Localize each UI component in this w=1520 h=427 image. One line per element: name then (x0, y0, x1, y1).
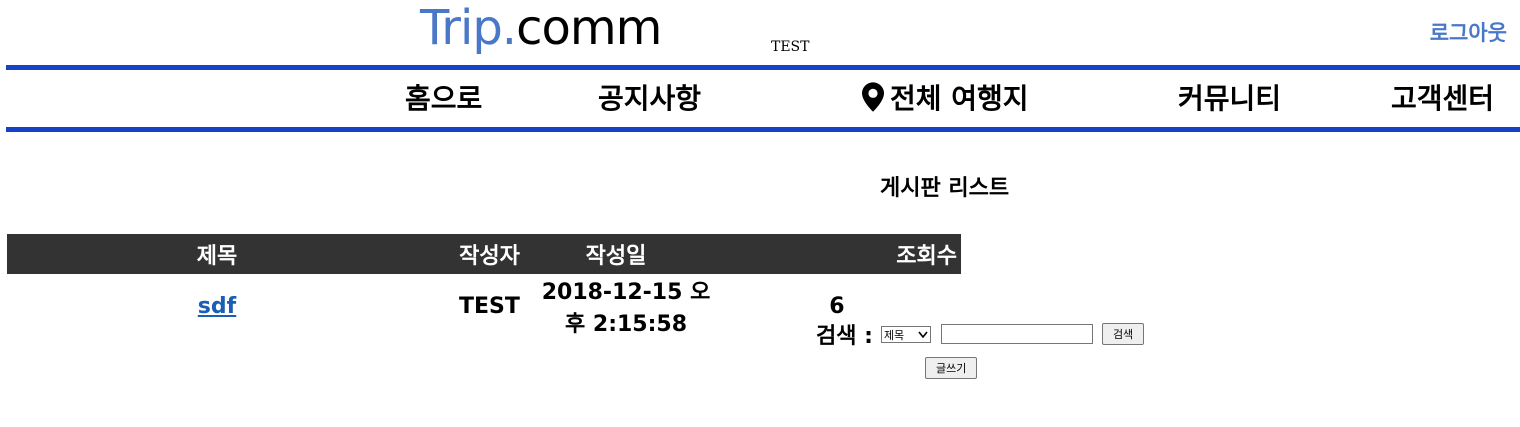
col-header-title: 제목 (7, 234, 428, 274)
post-writer: TEST (458, 293, 520, 319)
table-header-row: 제목 작성자 작성일 조회수 (7, 234, 961, 274)
search-field-select[interactable]: 제목 (880, 325, 931, 343)
user-name: TEST (771, 39, 810, 55)
nav-places[interactable]: 전체 여행지 (862, 82, 1029, 120)
search-input[interactable] (940, 324, 1093, 344)
nav-support[interactable]: 고객센터 (1391, 82, 1494, 116)
search-label: 검색 : (816, 324, 873, 349)
search-button[interactable]: 검색 (1101, 323, 1145, 345)
search-select-value: 제목 (883, 328, 905, 342)
col-header-date: 작성일 (519, 234, 713, 274)
map-pin-icon (862, 82, 884, 120)
logout-link[interactable]: 로그아웃 (1430, 17, 1507, 47)
nav-places-label: 전체 여행지 (890, 82, 1029, 115)
logo-trip: Trip. (420, 0, 517, 56)
post-title-link[interactable]: sdf (198, 294, 236, 319)
nav-community[interactable]: 커뮤니티 (1178, 82, 1281, 116)
post-date: 2018-12-15 오후 2:15:58 (541, 280, 711, 337)
nav-bottom-border (6, 127, 1520, 132)
post-title-cell: sdf (7, 274, 427, 338)
board-title: 게시판 리스트 (880, 176, 1010, 201)
col-header-writer: 작성자 (427, 234, 520, 274)
col-header-views: 조회수 (712, 234, 961, 274)
chevron-down-icon (918, 327, 928, 349)
search-bar: 검색 : 제목 검색 (816, 318, 1145, 350)
nav-notice[interactable]: 공지사항 (598, 82, 701, 116)
nav-top-border (6, 65, 1520, 70)
site-logo[interactable]: Trip.comm (420, 0, 662, 56)
logo-comm: comm (516, 0, 662, 56)
write-button[interactable]: 글쓰기 (925, 357, 978, 379)
nav-home[interactable]: 홈으로 (405, 82, 482, 116)
page: Trip.comm TEST 로그아웃 홈으로 공지사항 전체 여행지 커뮤니티… (0, 0, 1520, 427)
